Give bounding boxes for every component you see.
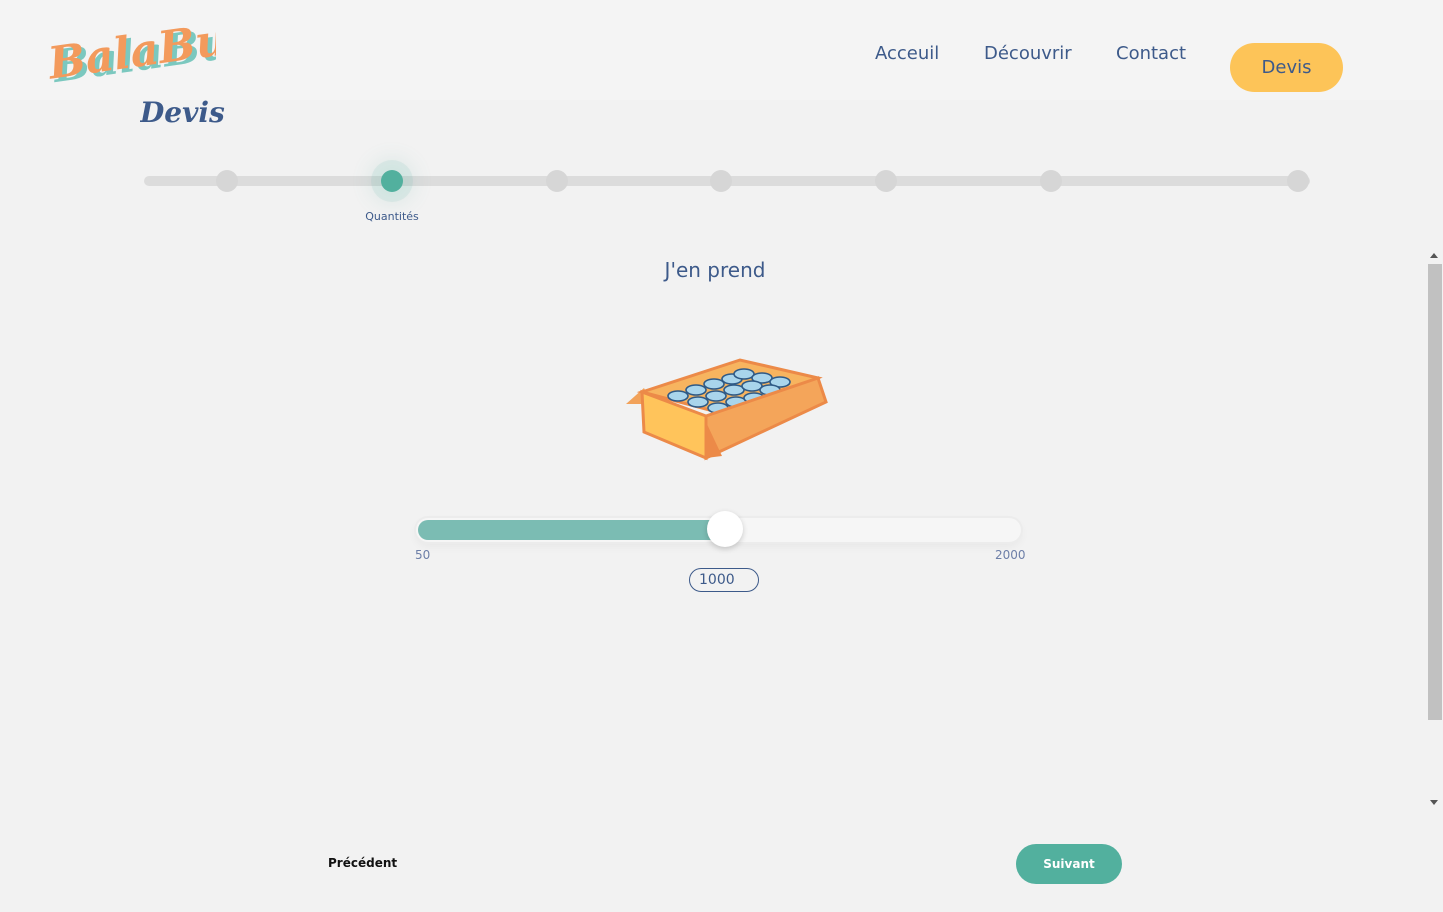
step-dot-4[interactable] xyxy=(710,170,732,192)
previous-button[interactable]: Précédent xyxy=(328,856,397,870)
step-dot-3[interactable] xyxy=(546,170,568,192)
step-dot-6[interactable] xyxy=(1040,170,1062,192)
scrollbar-thumb[interactable] xyxy=(1428,264,1442,720)
step-dot-1[interactable] xyxy=(216,170,238,192)
slider-fill xyxy=(418,520,725,540)
quantity-input[interactable] xyxy=(689,568,759,592)
nav-link-contact[interactable]: Contact xyxy=(1116,43,1186,64)
slider-thumb[interactable] xyxy=(707,511,743,547)
scroll-down-icon[interactable] xyxy=(1430,800,1438,805)
site-header: BalaBulle BalaBulle Devis Acceuil Découv… xyxy=(0,0,1443,129)
box-of-bottles-illustration xyxy=(626,358,828,461)
step-label-active: Quantités xyxy=(365,210,419,223)
balabulle-logo[interactable]: BalaBulle BalaBulle xyxy=(46,14,216,86)
nav-link-acceuil[interactable]: Acceuil xyxy=(875,43,939,64)
svg-text:BalaBulle: BalaBulle xyxy=(46,14,216,86)
next-button[interactable]: Suivant xyxy=(1016,844,1122,884)
question-title: J'en prend xyxy=(664,258,766,282)
quantity-slider[interactable] xyxy=(416,511,1021,547)
scroll-up-icon[interactable] xyxy=(1430,253,1438,258)
svg-text:Devis: Devis xyxy=(140,96,225,129)
progress-stepper: Quantités xyxy=(144,170,1310,223)
step-dot-7[interactable] xyxy=(1287,170,1309,192)
nav-link-decouvrir[interactable]: Découvrir xyxy=(984,43,1072,64)
step-dot-5[interactable] xyxy=(875,170,897,192)
vertical-scrollbar[interactable] xyxy=(1427,250,1443,810)
page-subtitle-devis: Devis xyxy=(140,96,225,129)
slider-min-label: 50 xyxy=(415,548,431,562)
nav-devis-button[interactable]: Devis xyxy=(1230,43,1343,92)
step-dot-2-active[interactable] xyxy=(381,170,403,192)
slider-max-label: 2000 xyxy=(995,548,1026,562)
